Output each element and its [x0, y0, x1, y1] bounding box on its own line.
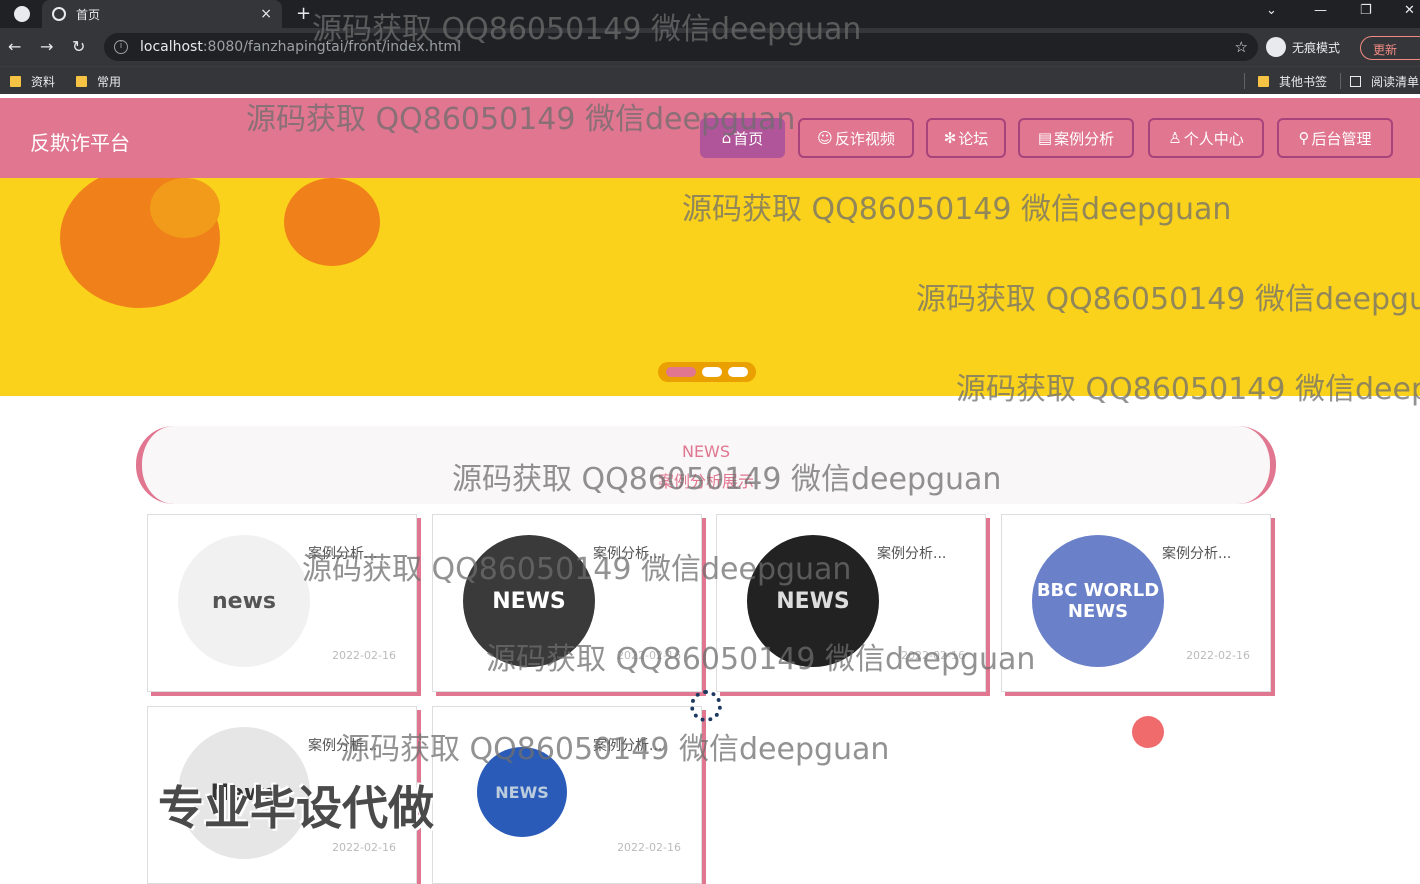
- tab-title: 首页: [76, 7, 101, 22]
- bookmark-folder[interactable]: 常用: [76, 73, 121, 90]
- new-tab-button[interactable]: +: [296, 3, 311, 24]
- watermark-text: 源码获取 QQ86050149 微信deepguan: [246, 102, 796, 137]
- site-logo[interactable]: 反欺诈平台: [30, 127, 130, 156]
- restore-icon[interactable]: ❐: [1360, 3, 1372, 18]
- nav-label: 个人中心: [1183, 129, 1244, 148]
- folder-icon: [10, 76, 21, 87]
- back-icon[interactable]: ←: [8, 37, 21, 56]
- bookmark-label: 其他书签: [1279, 75, 1328, 89]
- info-icon[interactable]: i: [114, 40, 128, 54]
- bookmark-label: 资料: [31, 75, 56, 89]
- bookmark-folder[interactable]: 资料: [10, 73, 55, 90]
- minimize-icon[interactable]: —: [1314, 3, 1327, 18]
- promo-watermark: 专业毕设代做: [158, 781, 434, 835]
- update-button[interactable]: 更新: [1360, 36, 1420, 60]
- card-date: 2022-02-16: [332, 841, 396, 854]
- link-icon: ⚲: [1298, 129, 1310, 147]
- incognito-indicator[interactable]: 无痕模式: [1266, 36, 1340, 58]
- star-icon[interactable]: ☆: [1235, 38, 1248, 56]
- incognito-icon: [1266, 37, 1286, 57]
- nav-cases[interactable]: ▤ 案例分析: [1018, 118, 1134, 158]
- banner-splat: [150, 178, 220, 238]
- carousel-indicators: [658, 362, 756, 382]
- divider: [1244, 73, 1245, 89]
- close-tab-icon[interactable]: ×: [260, 6, 272, 22]
- carousel-dot-active[interactable]: [666, 367, 696, 377]
- bookmark-folder[interactable]: 其他书签: [1258, 73, 1327, 90]
- nav-videos[interactable]: ☺ 反诈视频: [798, 118, 914, 158]
- globe-icon: [52, 7, 66, 21]
- watermark-text: 源码获取 QQ86050149 微信deepguan: [452, 462, 1002, 497]
- watermark-text: 源码获取 QQ86050149 微信deepguan: [916, 282, 1420, 317]
- reload-icon[interactable]: ↻: [72, 37, 85, 56]
- case-card[interactable]: BBC WORLD NEWS 案例分析... 2022-02-16: [1001, 514, 1271, 692]
- printer-icon: ▤: [1037, 129, 1053, 147]
- card-title: 案例分析...: [1162, 546, 1232, 562]
- card-title: 案例分析...: [877, 546, 947, 562]
- card-date: 2022-02-16: [617, 841, 681, 854]
- forward-icon[interactable]: →: [40, 37, 53, 56]
- card-date: 2022-02-16: [1186, 649, 1250, 662]
- chevron-down-icon[interactable]: ⌄: [1266, 3, 1277, 18]
- cursor-highlight: [1132, 716, 1164, 748]
- carousel-dot[interactable]: [702, 367, 722, 377]
- loading-spinner-icon: [690, 690, 722, 722]
- nav-admin[interactable]: ⚲ 后台管理: [1277, 118, 1393, 158]
- nav-forum[interactable]: ✻ 论坛: [926, 118, 1006, 158]
- browser-tab[interactable]: 首页 ×: [42, 0, 282, 28]
- card-image: BBC WORLD NEWS: [1032, 535, 1164, 667]
- user-icon: ♙: [1168, 129, 1182, 147]
- bookmark-label: 常用: [97, 75, 122, 89]
- folder-icon: [76, 76, 87, 87]
- nav-label: 论坛: [958, 129, 989, 148]
- url-host: localhost: [140, 39, 203, 55]
- watermark-text: 源码获取 QQ86050149 微信deepguan: [956, 372, 1420, 407]
- reading-list-icon: [1350, 76, 1361, 87]
- nav-profile[interactable]: ♙ 个人中心: [1148, 118, 1264, 158]
- case-card[interactable]: news 案例分析... 2022-02-16: [147, 514, 417, 692]
- nav-label: 后台管理: [1311, 129, 1372, 148]
- card-image: news: [178, 535, 310, 667]
- bookmark-label: 阅读清单: [1371, 75, 1420, 89]
- card-date: 2022-02-16: [332, 649, 396, 662]
- asterisk-icon: ✻: [943, 129, 957, 147]
- reading-list[interactable]: 阅读清单: [1350, 73, 1419, 90]
- folder-icon: [1258, 76, 1269, 87]
- nav-label: 反诈视频: [834, 129, 895, 148]
- incognito-label: 无痕模式: [1292, 40, 1341, 55]
- watermark-text: 源码获取 QQ86050149 微信deepguan: [312, 12, 862, 47]
- watermark-text: 源码获取 QQ86050149 微信deepguan: [302, 552, 852, 587]
- divider: [1340, 73, 1341, 89]
- carousel-dot[interactable]: [728, 367, 748, 377]
- nav-label: 案例分析: [1054, 129, 1115, 148]
- watermark-text: 源码获取 QQ86050149 微信deepguan: [340, 732, 890, 767]
- bookmarks-bar: 资料 常用 其他书签 阅读清单: [0, 66, 1420, 94]
- browser-logo-icon: [14, 6, 30, 22]
- banner-splat: [284, 178, 380, 266]
- watermark-text: 源码获取 QQ86050149 微信deepguan: [486, 642, 1036, 677]
- watermark-text: 源码获取 QQ86050149 微信deepguan: [682, 192, 1232, 227]
- smile-icon: ☺: [817, 129, 833, 147]
- close-window-icon[interactable]: ✕: [1404, 3, 1415, 18]
